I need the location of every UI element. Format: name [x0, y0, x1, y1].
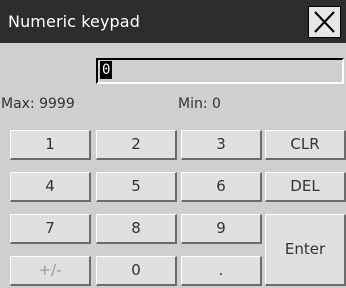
- close-icon: [314, 11, 335, 33]
- close-button[interactable]: [308, 6, 341, 38]
- key-5-button[interactable]: 5: [96, 172, 177, 202]
- key-3-button[interactable]: 3: [181, 130, 262, 160]
- max-label: Max: 9999: [1, 96, 75, 112]
- delete-button[interactable]: DEL: [265, 172, 346, 202]
- value-display[interactable]: 0: [96, 58, 344, 84]
- key-7-button[interactable]: 7: [10, 214, 91, 244]
- key-9-button[interactable]: 9: [181, 214, 262, 244]
- clear-button[interactable]: CLR: [265, 130, 346, 160]
- key-6-button[interactable]: 6: [181, 172, 262, 202]
- title-bar: Numeric keypad: [0, 0, 346, 43]
- min-label: Min: 0: [178, 96, 221, 112]
- window-title: Numeric keypad: [8, 12, 140, 31]
- enter-button[interactable]: Enter: [265, 214, 346, 286]
- sign-toggle-button[interactable]: +/-: [10, 256, 91, 286]
- decimal-point-button[interactable]: .: [181, 256, 262, 286]
- key-8-button[interactable]: 8: [96, 214, 177, 244]
- numeric-keypad-window: Numeric keypad 0 Max: 9999 Min: 0 1 2 3 …: [0, 0, 346, 288]
- key-1-button[interactable]: 1: [10, 130, 91, 160]
- key-2-button[interactable]: 2: [96, 130, 177, 160]
- key-4-button[interactable]: 4: [10, 172, 91, 202]
- display-value: 0: [100, 61, 113, 79]
- key-0-button[interactable]: 0: [96, 256, 177, 286]
